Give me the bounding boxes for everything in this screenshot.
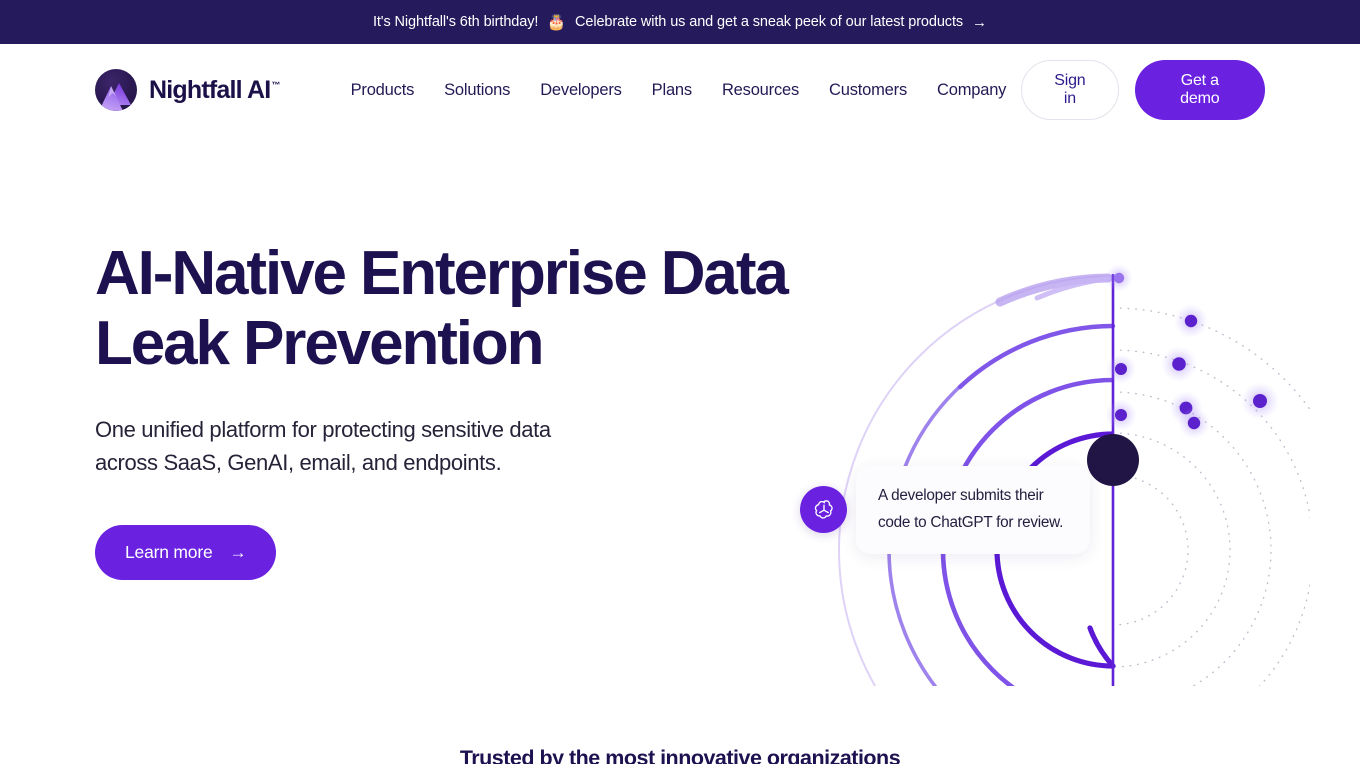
learn-more-label: Learn more <box>125 542 213 563</box>
trusted-heading: Trusted by the most innovative organizat… <box>459 746 901 764</box>
announcement-banner[interactable]: It's Nightfall's 6th birthday! 🎂 Celebra… <box>0 0 1360 44</box>
header-actions: Sign in Get a demo <box>1021 60 1265 120</box>
birthday-cake-icon: 🎂 <box>547 13 566 31</box>
hero-subtitle: One unified platform for protecting sens… <box>95 417 551 476</box>
nav-item-plans[interactable]: Plans <box>637 73 707 108</box>
announcement-banner-link[interactable]: It's Nightfall's 6th birthday! 🎂 Celebra… <box>373 14 987 30</box>
trusted-section: Trusted by the most innovative organizat… <box>0 724 1360 764</box>
trademark-symbol: ™ <box>271 80 280 91</box>
nightfall-mountain-logo-icon <box>95 69 137 111</box>
hero-content: AI-Native Enterprise Data Leak Preventio… <box>95 136 795 581</box>
center-node <box>1087 434 1139 486</box>
learn-more-button[interactable]: Learn more → <box>95 525 277 581</box>
openai-chatgpt-icon <box>800 486 847 534</box>
primary-navigation: Products Solutions Developers Plans Reso… <box>336 73 1022 108</box>
announcement-text-after: Celebrate with us and get a sneak peek o… <box>574 14 964 30</box>
sign-in-button[interactable]: Sign in <box>1021 60 1119 120</box>
nav-item-resources[interactable]: Resources <box>707 73 814 108</box>
nav-item-products[interactable]: Products <box>336 73 430 108</box>
nav-item-customers[interactable]: Customers <box>814 73 922 108</box>
nav-item-developers[interactable]: Developers <box>525 73 636 108</box>
chat-bubble: A developer submits their code to ChatGP… <box>856 466 1090 554</box>
chat-bubble-line-1: A developer submits their <box>878 487 1044 504</box>
brand-name: Nightfall AI™ <box>149 75 280 104</box>
nav-item-solutions[interactable]: Solutions <box>429 73 525 108</box>
chat-callout: A developer submits their code to ChatGP… <box>800 466 1090 554</box>
get-a-demo-button[interactable]: Get a demo <box>1134 60 1265 120</box>
arrow-right-icon: → <box>972 13 988 31</box>
site-header: Nightfall AI™ Products Solutions Develop… <box>0 44 1360 136</box>
hero-section: AI-Native Enterprise Data Leak Preventio… <box>0 136 1360 724</box>
page-title: AI-Native Enterprise Data Leak Preventio… <box>95 239 789 379</box>
announcement-text-before: It's Nightfall's 6th birthday! <box>372 14 539 30</box>
chat-bubble-line-2: code to ChatGPT for review. <box>878 513 1064 531</box>
data-dots <box>1105 264 1279 439</box>
arrow-right-icon: → <box>229 543 247 563</box>
hero-illustration: A developer submits their code to ChatGP… <box>790 256 1310 686</box>
brand-logo-link[interactable]: Nightfall AI™ <box>95 69 280 111</box>
nav-item-company[interactable]: Company <box>922 73 1021 108</box>
